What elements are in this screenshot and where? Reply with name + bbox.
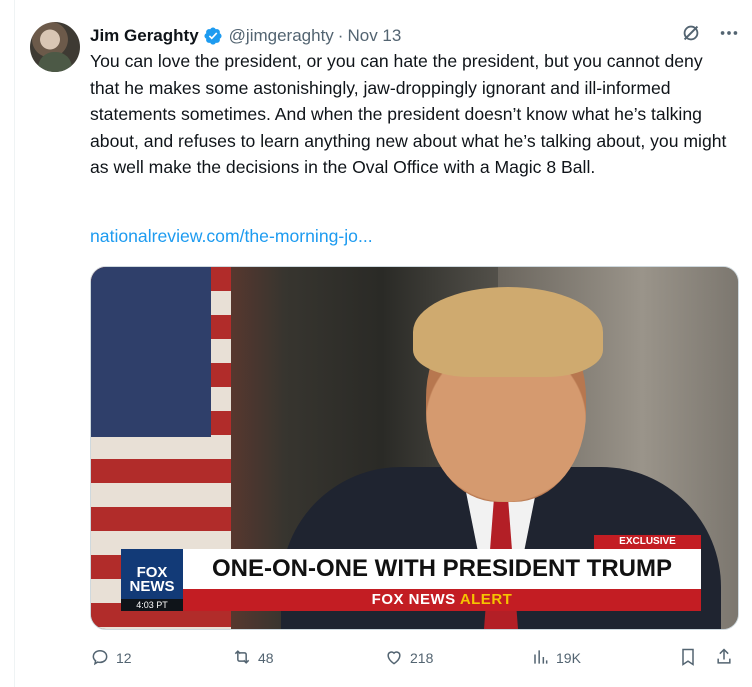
reply-button[interactable]: 12 bbox=[90, 647, 132, 670]
timeline-border bbox=[14, 0, 15, 687]
repost-count: 48 bbox=[258, 650, 274, 666]
header-separator: · bbox=[337, 26, 344, 45]
reply-icon bbox=[90, 647, 110, 670]
repost-icon bbox=[232, 647, 252, 670]
fox-logo-bottom: NEWS bbox=[129, 578, 175, 595]
chyron-headline: ONE-ON-ONE WITH PRESIDENT TRUMP bbox=[183, 549, 701, 589]
share-button[interactable] bbox=[714, 647, 734, 670]
heart-icon bbox=[384, 647, 404, 670]
news-lower-third: EXCLUSIVE FOX NEWS 4:03 PT ONE-ON-ONE WI… bbox=[121, 535, 701, 611]
author-name[interactable]: Jim Geraghty bbox=[90, 26, 199, 46]
author-avatar[interactable] bbox=[30, 22, 80, 72]
more-options-icon[interactable] bbox=[718, 22, 740, 49]
tweet-actions-bar: 12 48 218 19K bbox=[90, 646, 740, 670]
tweet-header: Jim Geraghty @jimgeraghty · Nov 13 bbox=[90, 24, 401, 48]
fox-alert-bar: FOX NEWS ALERT bbox=[183, 589, 701, 611]
bookmark-button[interactable] bbox=[678, 647, 698, 670]
broadcast-time: 4:03 PT bbox=[121, 599, 183, 611]
views-count: 19K bbox=[556, 650, 581, 666]
repost-button[interactable]: 48 bbox=[232, 647, 274, 670]
alert-word: ALERT bbox=[459, 591, 513, 608]
tweet-media-video[interactable]: EXCLUSIVE FOX NEWS 4:03 PT ONE-ON-ONE WI… bbox=[90, 266, 739, 630]
author-handle[interactable]: @jimgeraghty bbox=[229, 26, 334, 46]
like-count: 218 bbox=[410, 650, 434, 666]
share-icon bbox=[714, 647, 734, 670]
tweet-date[interactable]: Nov 13 bbox=[347, 26, 401, 46]
alert-prefix: FOX NEWS bbox=[371, 591, 456, 608]
person-hair bbox=[413, 287, 603, 377]
verified-badge-icon bbox=[203, 26, 223, 46]
views-chart-icon bbox=[530, 647, 550, 670]
exclusive-tag: EXCLUSIVE bbox=[594, 535, 701, 549]
reply-count: 12 bbox=[116, 650, 132, 666]
views-button[interactable]: 19K bbox=[530, 647, 581, 670]
tweet-top-actions bbox=[680, 22, 740, 49]
like-button[interactable]: 218 bbox=[384, 647, 433, 670]
flag-canton bbox=[91, 267, 211, 437]
bookmark-icon bbox=[678, 647, 698, 670]
article-link[interactable]: nationalreview.com/the-morning-jo... bbox=[90, 226, 373, 247]
tweet-text: You can love the president, or you can h… bbox=[90, 51, 727, 178]
grok-icon[interactable] bbox=[680, 22, 702, 49]
